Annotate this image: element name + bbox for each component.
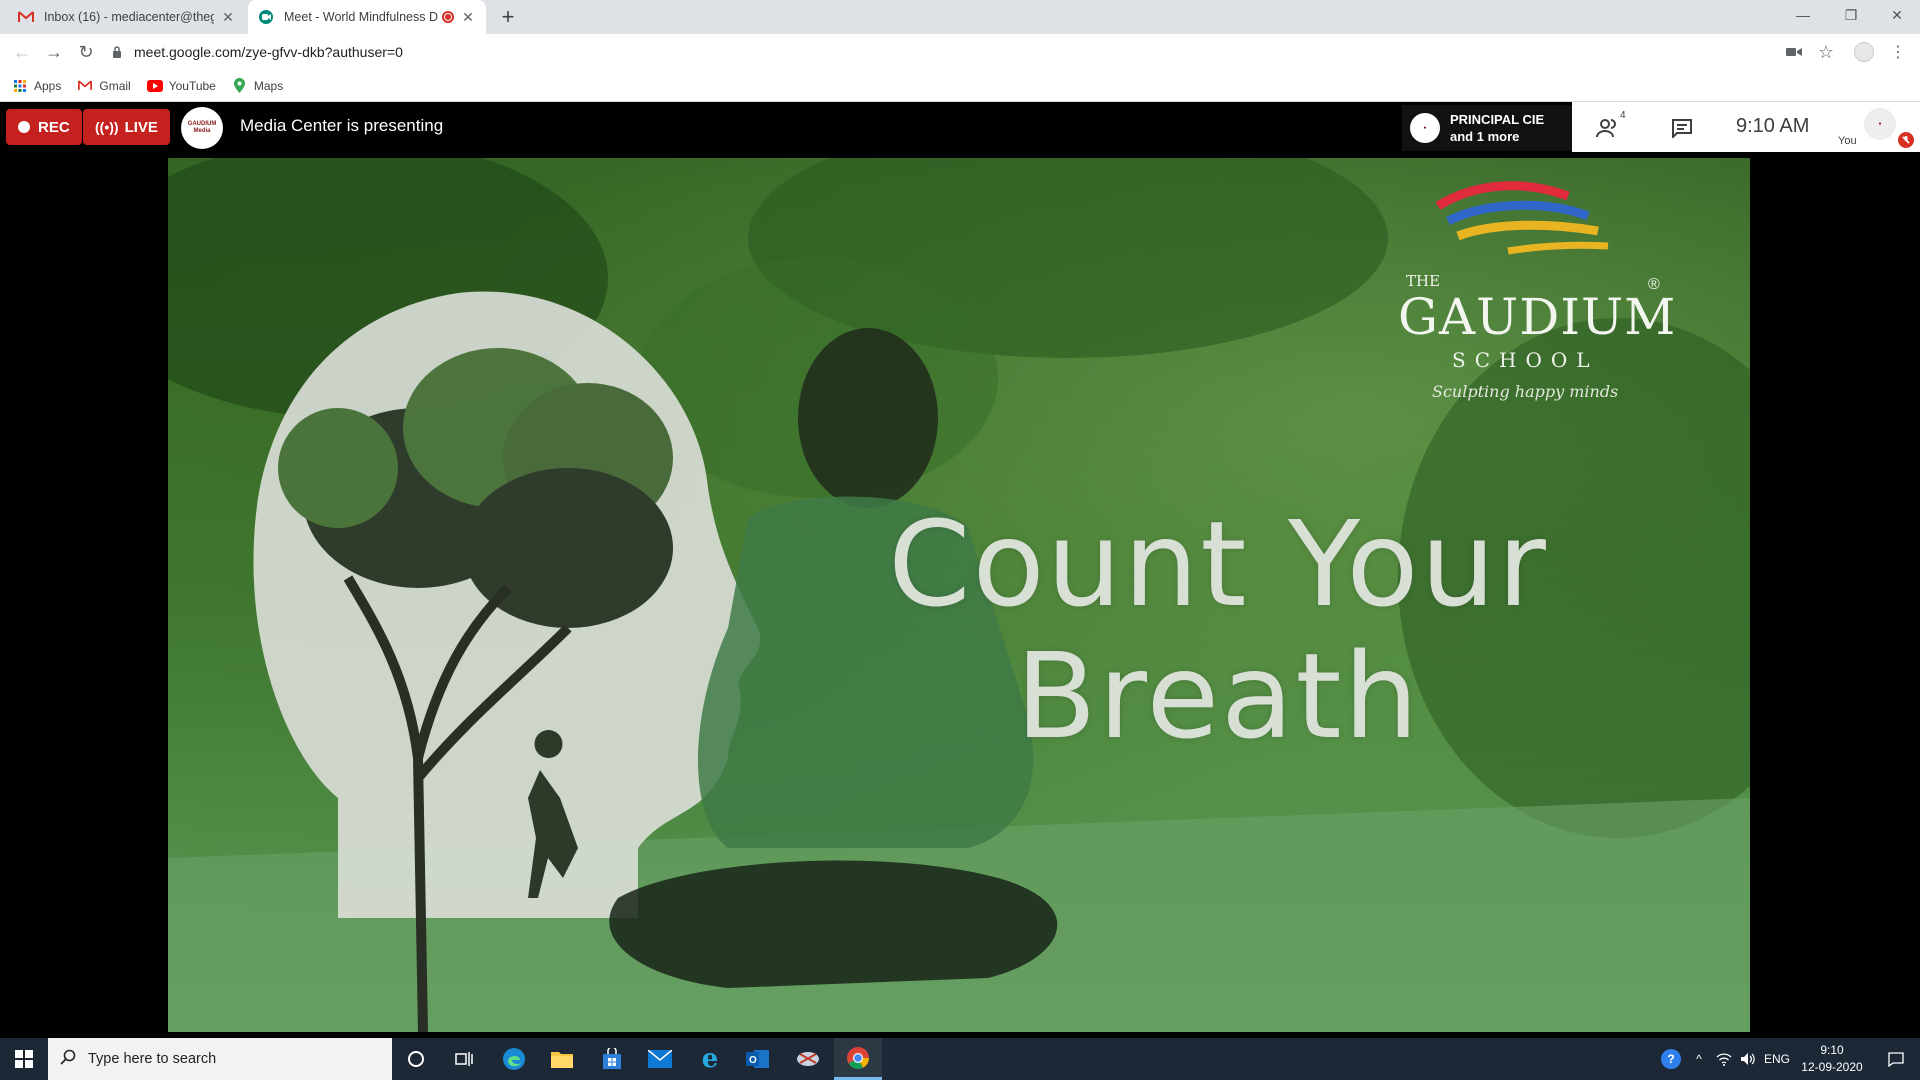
bookmark-apps[interactable]: Apps xyxy=(12,78,61,94)
rec-badge[interactable]: REC xyxy=(6,109,82,145)
logo-tagline: Sculpting happy minds xyxy=(1432,382,1619,401)
taskbar-search-box[interactable]: Type here to search xyxy=(48,1038,392,1080)
bookmark-maps[interactable]: Maps xyxy=(232,78,283,94)
chat-icon[interactable] xyxy=(1668,114,1696,142)
browser-toolbar: ← → ↻ meet.google.com/zye-gfvv-dkb?authu… xyxy=(0,34,1920,70)
snipping-tool-icon[interactable] xyxy=(784,1038,832,1080)
bookmark-youtube[interactable]: YouTube xyxy=(146,78,216,94)
chrome-menu-icon[interactable]: ⋮ xyxy=(1886,40,1910,64)
tab-google-meet[interactable]: Meet - World Mindfulness D ✕ xyxy=(248,0,486,34)
taskbar-clock[interactable]: 9:10 12-09-2020 xyxy=(1786,1042,1878,1076)
live-label: LIVE xyxy=(124,118,158,136)
gmail-icon xyxy=(77,78,93,94)
maps-pin-icon xyxy=(232,78,248,94)
active-speaker-tile[interactable]: ● PRINCIPAL CIE and 1 more xyxy=(1402,105,1572,151)
browser-tab-strip: Inbox (16) - mediacenter@thegaudium ✕ Me… xyxy=(0,0,1920,34)
bookmark-gmail[interactable]: Gmail xyxy=(77,78,131,94)
volume-icon[interactable] xyxy=(1736,1038,1760,1080)
presenter-avatar: GAUDIUM Media xyxy=(181,107,223,149)
logo-school: SCHOOL xyxy=(1452,348,1599,372)
minimize-icon[interactable]: — xyxy=(1780,0,1826,30)
self-avatar[interactable]: ● xyxy=(1864,108,1896,140)
youtube-icon xyxy=(146,78,163,94)
edge-browser-icon[interactable] xyxy=(490,1038,538,1080)
headline-line-2: Breath xyxy=(1015,627,1421,765)
tab-title: Inbox (16) - mediacenter@thegaudium xyxy=(44,10,214,24)
live-badge[interactable]: ((•)) LIVE xyxy=(83,109,170,145)
meet-controls-panel: 4 9:10 AM You ● xyxy=(1572,102,1920,152)
search-placeholder: Type here to search xyxy=(88,1051,217,1067)
bookmark-label: Maps xyxy=(253,78,284,93)
tab-gmail-inbox[interactable]: Inbox (16) - mediacenter@thegaudium ✕ xyxy=(8,0,246,34)
notification-center-icon[interactable] xyxy=(1876,1038,1916,1080)
taskbar-time: 9:10 xyxy=(1820,1043,1844,1057)
meeting-clock: 9:10 AM xyxy=(1736,115,1810,137)
speaker-name: PRINCIPAL CIE xyxy=(1450,112,1545,127)
mail-icon[interactable] xyxy=(636,1038,684,1080)
microsoft-store-icon[interactable] xyxy=(588,1038,636,1080)
apps-grid-icon xyxy=(12,78,28,94)
presentation-stage: Count Your Breath THE GAUDIUM ® SCHOOL S… xyxy=(0,152,1920,1038)
gmail-icon xyxy=(18,9,34,25)
slide-headline: Count Your Breath xyxy=(868,498,1568,762)
participant-count: 4 xyxy=(1620,110,1626,121)
meet-icon xyxy=(258,9,274,25)
close-tab-icon[interactable]: ✕ xyxy=(460,9,476,25)
record-dot-icon xyxy=(18,121,30,133)
registered-mark: ® xyxy=(1648,276,1660,293)
forward-arrow-icon[interactable]: → xyxy=(42,40,66,64)
search-icon xyxy=(60,1049,76,1070)
bookmark-label: Gmail xyxy=(99,78,131,93)
live-broadcast-icon: ((•)) xyxy=(95,119,119,135)
address-bar[interactable]: meet.google.com/zye-gfvv-dkb?authuser=0 xyxy=(110,38,1790,66)
profile-avatar[interactable] xyxy=(1852,40,1876,64)
avatar-text: GAUDIUM Media xyxy=(187,121,217,134)
tab-title: Meet - World Mindfulness D xyxy=(284,10,438,24)
bookmarks-bar: Apps Gmail YouTube Maps xyxy=(0,70,1920,102)
bookmark-label: YouTube xyxy=(168,78,216,93)
svg-text:O: O xyxy=(749,1055,757,1066)
outlook-icon[interactable]: O xyxy=(734,1038,782,1080)
logo-name: GAUDIUM xyxy=(1398,288,1677,346)
you-label: You xyxy=(1838,135,1857,147)
windows-taskbar: Type here to search e O ? ^ ENG 9:10 12-… xyxy=(0,1038,1920,1080)
close-window-icon[interactable]: ✕ xyxy=(1874,0,1920,30)
lock-icon xyxy=(110,45,124,59)
meet-top-bar: REC ((•)) LIVE GAUDIUM Media Media Cente… xyxy=(0,102,1920,152)
close-tab-icon[interactable]: ✕ xyxy=(220,9,236,25)
rec-label: REC xyxy=(38,118,70,136)
bookmark-label: Apps xyxy=(34,78,62,93)
school-logo: THE GAUDIUM ® SCHOOL Sculpting happy min… xyxy=(1378,176,1675,401)
speaker-avatar: ● xyxy=(1410,113,1440,143)
internet-explorer-icon[interactable]: e xyxy=(686,1038,734,1080)
mic-off-icon xyxy=(1898,132,1914,148)
taskbar-date: 12-09-2020 xyxy=(1801,1060,1863,1074)
chevron-up-icon[interactable]: ^ xyxy=(1688,1038,1710,1080)
restore-icon[interactable]: ❐ xyxy=(1828,0,1874,30)
bookmark-star-icon[interactable]: ☆ xyxy=(1814,40,1838,64)
task-view-icon[interactable] xyxy=(440,1038,488,1080)
headline-line-1: Count Your xyxy=(888,495,1548,633)
logo-ribbon-icon xyxy=(1435,181,1609,255)
chrome-icon[interactable] xyxy=(834,1038,882,1080)
wifi-icon[interactable] xyxy=(1712,1038,1736,1080)
cortana-icon[interactable] xyxy=(392,1038,440,1080)
reload-icon[interactable]: ↻ xyxy=(74,40,98,64)
windows-start-icon[interactable] xyxy=(0,1038,48,1080)
presentation-video[interactable]: Count Your Breath THE GAUDIUM ® SCHOOL S… xyxy=(168,158,1750,1032)
file-explorer-icon[interactable] xyxy=(538,1038,586,1080)
presenting-status: Media Center is presenting xyxy=(240,116,444,135)
recording-indicator-icon xyxy=(442,11,454,23)
back-arrow-icon[interactable]: ← xyxy=(10,40,34,64)
camera-in-use-icon[interactable] xyxy=(1782,40,1806,64)
help-icon[interactable]: ? xyxy=(1656,1038,1686,1080)
url-text: meet.google.com/zye-gfvv-dkb?authuser=0 xyxy=(134,44,403,60)
people-icon[interactable]: 4 xyxy=(1594,110,1626,142)
new-tab-plus-icon[interactable]: + xyxy=(496,4,520,29)
speaker-more: and 1 more xyxy=(1450,129,1520,144)
